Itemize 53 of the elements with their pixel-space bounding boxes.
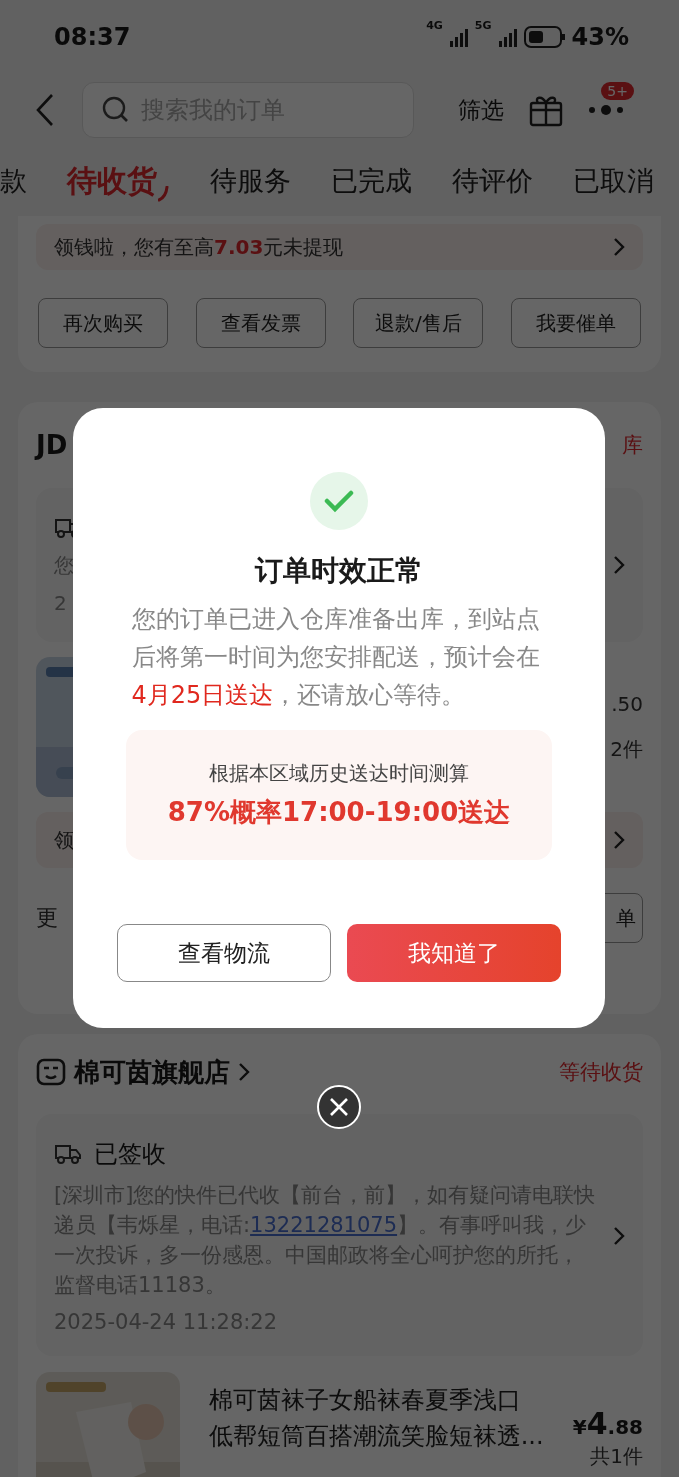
order-tab[interactable]: 待评价 bbox=[452, 163, 533, 199]
product-title[interactable]: 棉可茵袜子女船袜春夏季浅口低帮短筒百搭潮流笑脸短袜透... bbox=[208, 1382, 545, 1454]
order-action-button[interactable]: 我要催单 bbox=[510, 298, 641, 348]
chevron-right-icon[interactable] bbox=[613, 237, 625, 257]
order-tab[interactable]: 待收货 bbox=[67, 160, 170, 202]
chevron-right-icon[interactable] bbox=[613, 555, 625, 575]
order-action-button[interactable]: 查看发票 bbox=[195, 298, 326, 348]
order-tab[interactable]: 已取消 bbox=[573, 163, 654, 199]
order-tab[interactable]: 已完成 bbox=[331, 163, 412, 199]
order-tab[interactable]: 待服务 bbox=[210, 163, 291, 199]
logistics-button[interactable]: 查看物流 bbox=[117, 924, 331, 982]
order-status: 等待收货 bbox=[559, 1059, 643, 1086]
dialog-title: 订单时效正常 bbox=[255, 553, 423, 589]
cashback-banner[interactable]: 领钱啦，您有至高7.03元未提现 bbox=[36, 224, 643, 270]
more-icon[interactable] bbox=[588, 104, 624, 116]
notification-badge: 5+ bbox=[601, 82, 634, 100]
order-action-button[interactable]: 退款/售后 bbox=[353, 298, 484, 348]
logistics-status: 已签收 bbox=[94, 1139, 166, 1170]
more-link[interactable]: 更 bbox=[36, 903, 58, 933]
back-icon[interactable] bbox=[36, 93, 54, 127]
success-check-icon bbox=[310, 472, 368, 530]
signal-icon bbox=[497, 27, 518, 47]
filter-link[interactable]: 筛选 bbox=[458, 94, 504, 126]
product-price: .50 bbox=[611, 691, 643, 716]
order-status: 库 bbox=[622, 432, 643, 459]
chevron-right-icon[interactable] bbox=[613, 830, 625, 850]
product-count: 2件 bbox=[610, 735, 643, 763]
cashback-text: 领钱啦，您有至高7.03元未提现 bbox=[54, 233, 344, 261]
dialog-message: 您的订单已进入仓库准备出库，到站点后将第一时间为您安排配送，预计会在 4月25日送达，还请放心等待。 bbox=[131, 604, 541, 711]
confirm-button[interactable]: 我知道了 bbox=[347, 924, 561, 982]
chevron-right-icon[interactable] bbox=[238, 1062, 250, 1082]
store-name[interactable]: 棉可茵旗舰店 bbox=[74, 1054, 230, 1090]
order-action-button[interactable]: 再次购买 bbox=[38, 298, 168, 348]
cashback-text: 领 bbox=[54, 826, 74, 854]
close-icon bbox=[329, 1097, 349, 1117]
signal-icon bbox=[448, 27, 469, 47]
estimate-basis: 根据本区域历史送达时间测算 bbox=[209, 760, 469, 787]
order-tab[interactable]: 款 bbox=[0, 163, 27, 199]
network-label: 5G bbox=[474, 19, 492, 32]
store-name[interactable]: JD bbox=[36, 430, 68, 460]
estimate-result: 87%概率17:00-19:00送达 bbox=[167, 796, 511, 829]
network-label: 4G bbox=[426, 19, 443, 32]
phone-link[interactable]: 13221281075 bbox=[250, 1213, 398, 1237]
chevron-right-icon[interactable] bbox=[613, 1226, 625, 1246]
truck-icon bbox=[54, 1142, 82, 1166]
store-icon bbox=[36, 1057, 66, 1087]
search-icon bbox=[102, 96, 130, 124]
battery-icon bbox=[523, 26, 566, 48]
product-price: ¥4.88 bbox=[572, 1406, 643, 1441]
battery-percent: 43% bbox=[571, 23, 629, 51]
swoosh-icon bbox=[158, 185, 170, 202]
product-count: 共1件 bbox=[590, 1443, 643, 1470]
status-time: 08:37 bbox=[54, 23, 131, 51]
